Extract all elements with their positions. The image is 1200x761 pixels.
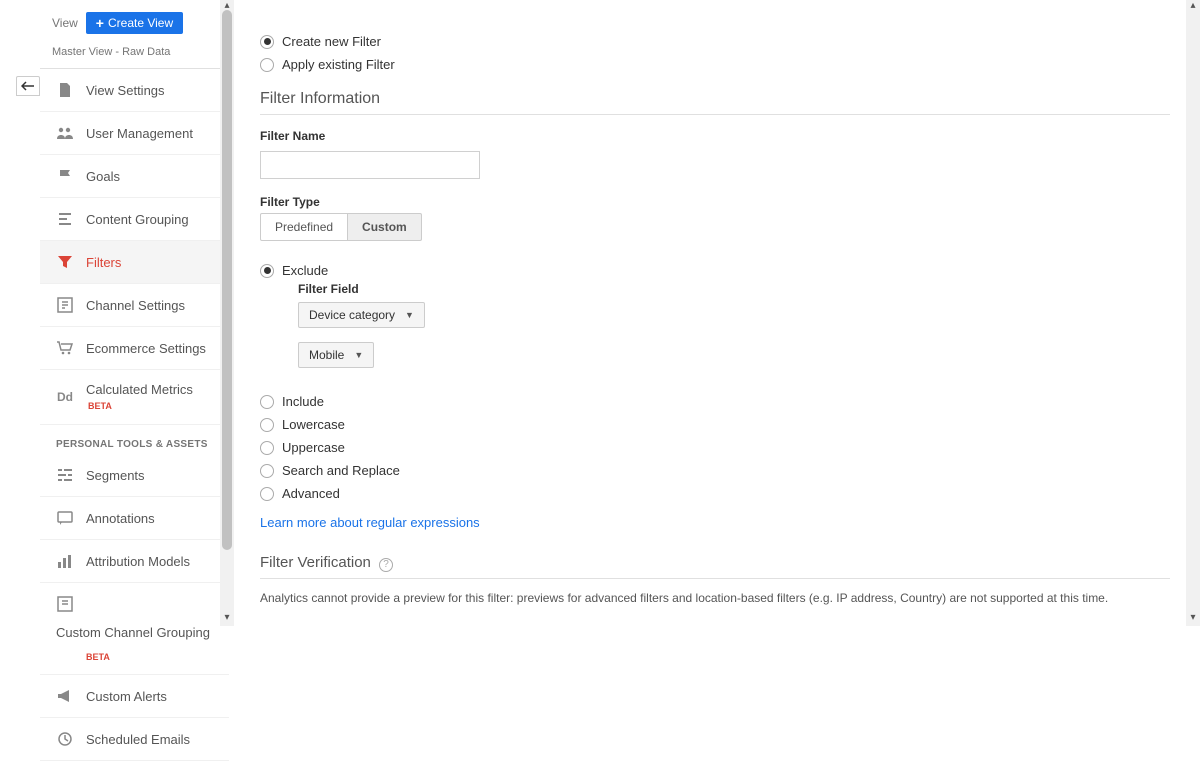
radio-icon[interactable] bbox=[260, 395, 274, 409]
radio-uppercase[interactable]: Uppercase bbox=[260, 436, 1170, 459]
sidebar-item-channel-settings[interactable]: Channel Settings bbox=[40, 284, 229, 327]
filter-field-dropdown[interactable]: Device category ▼ bbox=[298, 302, 425, 328]
bars-icon bbox=[56, 552, 74, 570]
radio-icon[interactable] bbox=[260, 487, 274, 501]
section-filter-information: Filter Information bbox=[260, 76, 1170, 115]
scroll-down-icon[interactable]: ▾ bbox=[1186, 612, 1200, 626]
scrollbar-thumb[interactable] bbox=[222, 10, 232, 550]
sidebar-item-attribution-models[interactable]: Attribution Models bbox=[40, 540, 229, 583]
radio-icon[interactable] bbox=[260, 464, 274, 478]
beta-badge: BETA bbox=[88, 401, 112, 411]
channel-icon bbox=[56, 595, 74, 613]
funnel-icon bbox=[56, 253, 74, 271]
sidebar-scrollbar[interactable]: ▴ ▾ bbox=[220, 0, 234, 626]
filter-type-tabs: Predefined Custom bbox=[260, 213, 1170, 241]
tab-predefined[interactable]: Predefined bbox=[260, 213, 348, 241]
radio-icon[interactable] bbox=[260, 418, 274, 432]
breadcrumb: Master View - Raw Data bbox=[40, 42, 229, 69]
megaphone-icon bbox=[56, 687, 74, 705]
regex-link[interactable]: Learn more about regular expressions bbox=[260, 515, 480, 530]
scroll-up-icon[interactable]: ▴ bbox=[1186, 0, 1200, 14]
radio-icon[interactable] bbox=[260, 441, 274, 455]
sidebar-item-user-management[interactable]: User Management bbox=[40, 112, 229, 155]
chevron-down-icon: ▼ bbox=[354, 350, 363, 360]
sidebar-item-custom-alerts[interactable]: Custom Alerts bbox=[40, 675, 229, 718]
scroll-down-icon[interactable]: ▾ bbox=[220, 612, 234, 626]
flag-icon bbox=[56, 167, 74, 185]
channel-icon bbox=[56, 296, 74, 314]
help-icon[interactable]: ? bbox=[379, 558, 393, 572]
sidebar-item-annotations[interactable]: Annotations bbox=[40, 497, 229, 540]
filter-field-label: Filter Field bbox=[298, 282, 1170, 296]
sidebar-item-filters[interactable]: Filters bbox=[40, 241, 229, 284]
sidebar-item-segments[interactable]: Segments bbox=[40, 454, 229, 497]
radio-lowercase[interactable]: Lowercase bbox=[260, 413, 1170, 436]
radio-icon[interactable] bbox=[260, 35, 274, 49]
main-content: Create new Filter Apply existing Filter … bbox=[250, 0, 1180, 626]
content-icon bbox=[56, 210, 74, 228]
plus-icon: + bbox=[96, 16, 104, 30]
radio-icon[interactable] bbox=[260, 58, 274, 72]
radio-include[interactable]: Include bbox=[260, 390, 1170, 413]
filter-field-value-dropdown[interactable]: Mobile ▼ bbox=[298, 342, 374, 368]
radio-exclude[interactable]: Exclude bbox=[260, 259, 1170, 282]
section-filter-verification: Filter Verification ? bbox=[260, 540, 1170, 579]
clock-icon bbox=[56, 730, 74, 748]
radio-icon[interactable] bbox=[260, 264, 274, 278]
filter-name-label: Filter Name bbox=[260, 125, 1170, 147]
tab-custom[interactable]: Custom bbox=[348, 213, 422, 241]
sidebar-item-view-settings[interactable]: View Settings bbox=[40, 69, 229, 112]
verification-text: Analytics cannot provide a preview for t… bbox=[260, 589, 1170, 608]
chevron-down-icon: ▼ bbox=[405, 310, 414, 320]
sidebar: View + Create View Master View - Raw Dat… bbox=[40, 0, 230, 626]
radio-search-replace[interactable]: Search and Replace bbox=[260, 459, 1170, 482]
radio-apply-existing-filter[interactable]: Apply existing Filter bbox=[260, 53, 1170, 76]
sidebar-item-goals[interactable]: Goals bbox=[40, 155, 229, 198]
filter-type-label: Filter Type bbox=[260, 191, 1170, 213]
page-icon bbox=[56, 81, 74, 99]
users-icon bbox=[56, 124, 74, 142]
sidebar-item-content-grouping[interactable]: Content Grouping bbox=[40, 198, 229, 241]
sidebar-section-title: PERSONAL TOOLS & ASSETS bbox=[40, 425, 229, 454]
main-scrollbar[interactable]: ▴ ▾ bbox=[1186, 0, 1200, 626]
create-view-button[interactable]: + Create View bbox=[86, 12, 183, 34]
radio-create-new-filter[interactable]: Create new Filter bbox=[260, 30, 1170, 53]
radio-advanced[interactable]: Advanced bbox=[260, 482, 1170, 505]
annotations-icon bbox=[56, 509, 74, 527]
beta-badge: BETA bbox=[86, 652, 217, 662]
sidebar-item-calculated-metrics[interactable]: Dd Calculated Metrics BETA bbox=[40, 370, 229, 425]
dd-icon: Dd bbox=[56, 388, 74, 406]
view-label: View bbox=[52, 16, 78, 30]
filter-name-input[interactable] bbox=[260, 151, 480, 179]
back-button[interactable] bbox=[16, 76, 40, 96]
sidebar-item-scheduled-emails[interactable]: Scheduled Emails bbox=[40, 718, 229, 761]
sidebar-item-custom-channel-grouping[interactable]: Custom Channel Grouping BETA bbox=[40, 583, 229, 675]
sidebar-item-ecommerce-settings[interactable]: Ecommerce Settings bbox=[40, 327, 229, 370]
segments-icon bbox=[56, 466, 74, 484]
cart-icon bbox=[56, 339, 74, 357]
